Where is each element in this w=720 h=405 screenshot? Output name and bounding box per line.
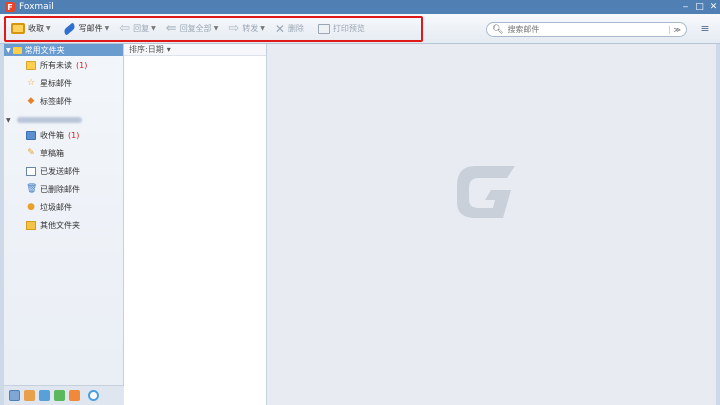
- maximize-button[interactable]: □: [693, 2, 706, 12]
- folder-inbox[interactable]: 收件箱 (1): [4, 126, 123, 144]
- common-folders-header[interactable]: ▼ 常用文件夹: [4, 44, 123, 56]
- folder-label: 星标邮件: [40, 78, 72, 88]
- sort-header[interactable]: 排序:日期 ▾: [124, 44, 266, 56]
- expand-triangle-icon[interactable]: ▼: [6, 117, 11, 124]
- folder-sidebar: ▼ 常用文件夹 所有未读 (1) ☆ 星标邮件 ◆ 标签邮件 ▼ 收件箱 (1)…: [4, 44, 124, 405]
- chevron-down-icon[interactable]: ▾: [167, 45, 171, 54]
- chat-icon[interactable]: [88, 390, 99, 401]
- inbox-icon: [26, 130, 36, 140]
- search-icon: 🔍︎: [492, 24, 504, 35]
- foxmail-watermark-icon: [457, 166, 515, 218]
- window-title: Foxmail: [19, 2, 54, 12]
- folder-label: 草稿箱: [40, 148, 64, 158]
- toolbar-highlight-frame: [4, 16, 423, 42]
- folder-icon: [26, 220, 36, 230]
- common-folders-label: 常用文件夹: [24, 45, 65, 55]
- folder-deleted[interactable]: 🗑︎ 已删除邮件: [4, 180, 123, 198]
- tasks-icon[interactable]: [54, 390, 65, 401]
- folder-label: 垃圾邮件: [40, 202, 72, 212]
- sidebar-bottom-bar: [4, 385, 124, 405]
- title-bar: F Foxmail ‒ □ ✕: [0, 0, 720, 14]
- account-header[interactable]: ▼: [4, 114, 123, 126]
- folder-icon: [12, 46, 22, 54]
- folder-label: 已发送邮件: [40, 166, 80, 176]
- main-menu-icon[interactable]: ≡: [698, 22, 712, 36]
- folder-label: 已删除邮件: [40, 184, 80, 194]
- mail-view-icon[interactable]: [9, 390, 20, 401]
- unread-count: (1): [76, 60, 88, 70]
- expand-triangle-icon[interactable]: ▼: [6, 47, 11, 54]
- close-button[interactable]: ✕: [707, 2, 720, 12]
- folder-all-unread[interactable]: 所有未读 (1): [4, 56, 123, 74]
- search-input[interactable]: [507, 25, 658, 34]
- mail-list-panel: 排序:日期 ▾: [124, 44, 267, 405]
- folder-label: 所有未读: [40, 60, 72, 70]
- draft-icon: ✎: [27, 147, 35, 158]
- trash-icon: 🗑︎: [26, 183, 38, 194]
- unread-count: (1): [68, 130, 80, 140]
- search-options-icon[interactable]: ≫: [668, 25, 681, 34]
- folder-other[interactable]: 其他文件夹: [4, 216, 123, 234]
- junk-icon: ●: [27, 201, 35, 212]
- folder-label: 标签邮件: [40, 96, 72, 106]
- sort-label: 排序:日期: [129, 45, 164, 54]
- folder-tagged[interactable]: ◆ 标签邮件: [4, 92, 123, 110]
- calendar-icon[interactable]: [39, 390, 50, 401]
- foxmail-logo-icon: F: [5, 2, 15, 12]
- folder-icon: [26, 60, 36, 70]
- contacts-icon[interactable]: [24, 390, 35, 401]
- folder-starred[interactable]: ☆ 星标邮件: [4, 74, 123, 92]
- minimize-button[interactable]: ‒: [679, 2, 692, 12]
- feeds-icon[interactable]: [69, 390, 80, 401]
- folder-label: 收件箱: [40, 130, 64, 140]
- tag-icon: ◆: [27, 95, 35, 106]
- folder-label: 其他文件夹: [40, 220, 80, 230]
- folder-drafts[interactable]: ✎ 草稿箱: [4, 144, 123, 162]
- account-name-redacted: [16, 117, 82, 123]
- folder-sent[interactable]: 已发送邮件: [4, 162, 123, 180]
- folder-junk[interactable]: ● 垃圾邮件: [4, 198, 123, 216]
- search-box[interactable]: 🔍︎ ≫: [486, 22, 687, 37]
- preview-pane: [267, 44, 716, 405]
- star-icon: ☆: [26, 77, 36, 88]
- sent-mail-icon: [26, 166, 36, 176]
